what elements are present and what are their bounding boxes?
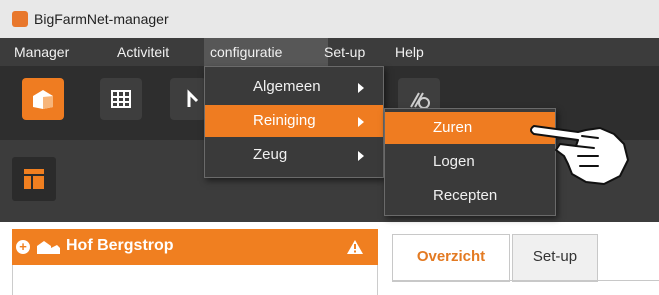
menu-configuratie[interactable]: configuratie xyxy=(204,38,328,66)
menu-item-zeug[interactable]: Zeug xyxy=(205,139,383,171)
window-title: BigFarmNet-manager xyxy=(34,11,169,27)
menu-item-label: Zeug xyxy=(253,146,288,163)
content-divider xyxy=(392,280,659,281)
arrow-button[interactable] xyxy=(170,78,206,120)
expand-plus-icon[interactable]: + xyxy=(16,240,30,254)
configuratie-dropdown: Algemeen Reiniging Zeug xyxy=(204,66,384,178)
title-bar: BigFarmNet-manager xyxy=(0,0,659,38)
pointing-hand-icon xyxy=(530,125,629,185)
menu-item-algemeen[interactable]: Algemeen xyxy=(205,71,383,103)
menu-item-label: Algemeen xyxy=(253,78,321,95)
barn-icon xyxy=(33,90,53,109)
farm-icon xyxy=(37,241,60,254)
layout-button[interactable] xyxy=(12,157,56,201)
menu-bar: Manager Activiteit configuratie Set-up H… xyxy=(0,38,659,66)
submenu-arrow-icon xyxy=(358,117,364,127)
tab-setup[interactable]: Set-up xyxy=(512,234,598,282)
menu-item-label: Reiniging xyxy=(253,112,316,129)
layout-icon xyxy=(24,169,44,189)
menu-item-label: Recepten xyxy=(433,187,498,204)
farm-tree-panel xyxy=(12,265,378,295)
menu-item-reiniging[interactable]: Reiniging xyxy=(205,105,383,137)
menu-item-label: Logen xyxy=(433,153,475,170)
submenu-arrow-icon xyxy=(358,83,364,93)
menu-help[interactable]: Help xyxy=(389,38,430,66)
app-icon xyxy=(12,11,28,27)
grid-icon xyxy=(111,90,131,108)
menu-manager[interactable]: Manager xyxy=(8,38,75,66)
barn-button[interactable] xyxy=(22,78,64,120)
submenu-arrow-icon xyxy=(358,151,364,161)
menu-item-label: Zuren xyxy=(433,119,473,136)
menu-activiteit[interactable]: Activiteit xyxy=(111,38,175,66)
grid-button[interactable] xyxy=(100,78,142,120)
warning-icon[interactable] xyxy=(346,239,364,255)
farm-header[interactable]: + Hof Bergstrop xyxy=(12,229,378,265)
farm-name: Hof Bergstrop xyxy=(66,237,174,254)
tab-overzicht[interactable]: Overzicht xyxy=(392,234,510,282)
menu-setup[interactable]: Set-up xyxy=(318,38,371,66)
arrow-icon xyxy=(187,89,199,107)
